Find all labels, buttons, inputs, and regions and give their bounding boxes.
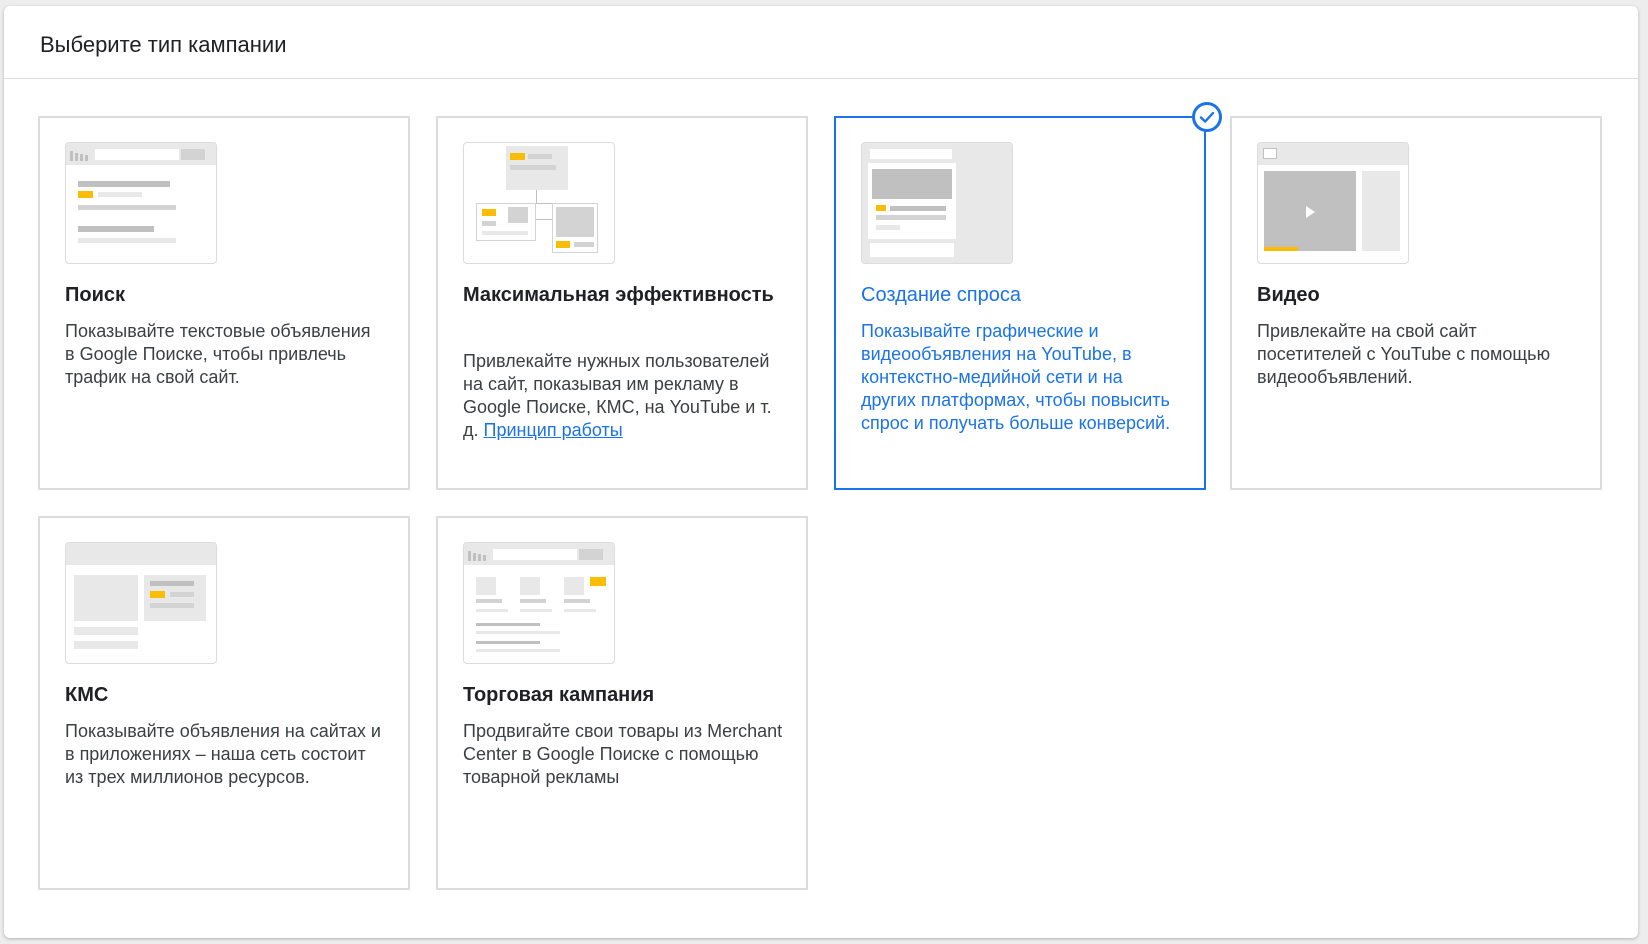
card-title: Максимальная эффективность bbox=[463, 284, 774, 306]
card-description: Привлекайте на свой сайт посетителей с Y… bbox=[1257, 321, 1551, 387]
campaign-card-shopping[interactable]: Торговая кампания Продвигайте свои товар… bbox=[436, 516, 808, 890]
page-title: Выберите тип кампании bbox=[40, 32, 287, 57]
card-title: Торговая кампания bbox=[463, 684, 655, 706]
campaign-card-performance-max[interactable]: Максимальная эффективность Привлекайте н… bbox=[436, 116, 808, 490]
shopping-campaign-illustration bbox=[463, 542, 615, 664]
display-campaign-illustration bbox=[65, 542, 217, 664]
search-campaign-illustration bbox=[65, 142, 217, 264]
demand-gen-illustration bbox=[861, 142, 1013, 264]
card-title: Поиск bbox=[65, 284, 126, 306]
card-title: Создание спроса bbox=[861, 284, 1021, 306]
card-description: Показывайте объявления на сайтах и в при… bbox=[65, 721, 381, 787]
selected-check-icon bbox=[1192, 102, 1222, 132]
campaign-card-video[interactable]: Видео Привлекайте на свой сайт посетител… bbox=[1230, 116, 1602, 490]
campaign-card-display[interactable]: КМС Показывайте объявления на сайтах и в… bbox=[38, 516, 410, 890]
how-it-works-link[interactable]: Принцип работы bbox=[484, 420, 623, 440]
card-description: Продвигайте свои товары из Merchant Cent… bbox=[463, 721, 783, 787]
video-campaign-illustration bbox=[1257, 142, 1409, 264]
card-title: КМС bbox=[65, 684, 109, 706]
card-description: Привлекайте нужных пользователей на сайт… bbox=[463, 350, 783, 442]
play-icon bbox=[1306, 206, 1315, 218]
card-description: Показывайте графические и видеообъявлени… bbox=[861, 321, 1171, 433]
campaign-card-search[interactable]: Поиск Показывайте текстовые объявления в… bbox=[38, 116, 410, 490]
panel-header: Выберите тип кампании bbox=[4, 6, 1638, 79]
card-description: Показывайте текстовые объявления в Googl… bbox=[65, 321, 371, 387]
card-title: Видео bbox=[1257, 284, 1320, 306]
campaign-type-panel: Выберите тип кампании Поиск Показывайте … bbox=[4, 6, 1638, 938]
performance-max-illustration bbox=[463, 142, 615, 264]
campaign-card-demand-gen[interactable]: Создание спроса Показывайте графические … bbox=[834, 102, 1222, 490]
